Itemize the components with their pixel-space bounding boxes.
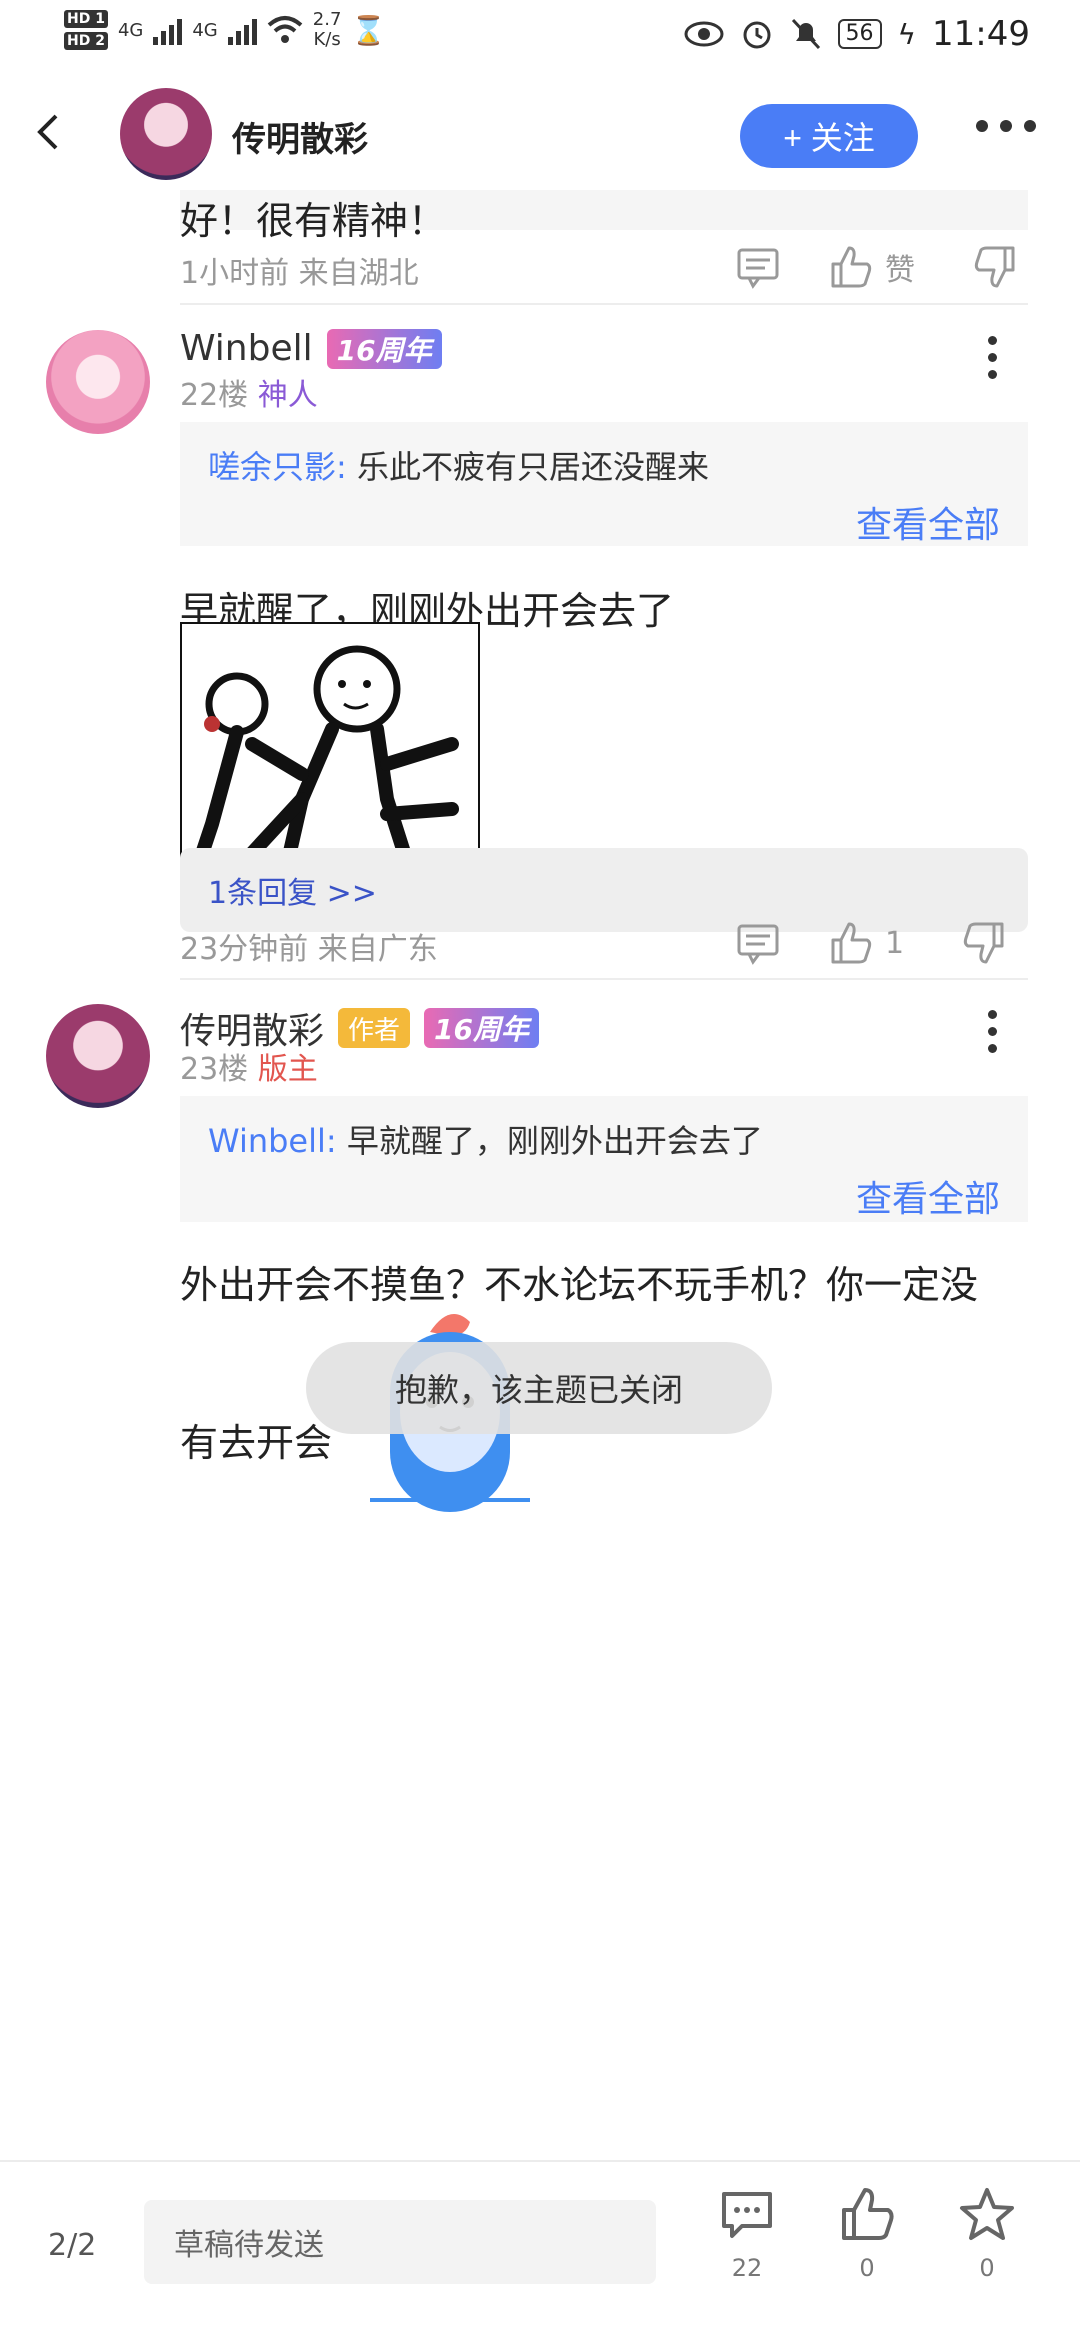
post-text: 好！很有精神！	[180, 199, 447, 243]
comment-menu-icon[interactable]	[988, 336, 997, 379]
network-speed: 2.7 K/s	[312, 9, 342, 50]
floor-info: 23楼 版主	[180, 1052, 318, 1087]
mute-bell-icon	[791, 18, 820, 50]
alarm-icon	[743, 21, 771, 49]
reply-icon[interactable]	[735, 244, 781, 290]
commenter-name[interactable]: Winbell	[180, 328, 313, 369]
thumbs-up-icon	[842, 2188, 894, 2240]
follow-button[interactable]: + 关注	[740, 104, 918, 168]
quoted-reply[interactable]: 嗟余只影: 乐此不疲有只居还没醒来 查看全部	[180, 422, 1028, 546]
comment-meta: 23分钟前 来自广东	[180, 932, 438, 967]
quote-text: 乐此不疲有只居还没醒来	[356, 448, 709, 486]
like-button[interactable]: 0	[822, 2186, 912, 2282]
hourglass-icon: ⌛	[351, 13, 387, 47]
comments-count: 22	[731, 2254, 763, 2282]
commenter-header: Winbell 16周年	[180, 328, 442, 369]
comment-text-line-1: 外出开会不摸鱼？不水论坛不玩手机？你一定没	[180, 1263, 979, 1307]
like-icon[interactable]	[827, 244, 873, 290]
user-title: 版主	[257, 1052, 318, 1087]
star-icon	[960, 2188, 1014, 2240]
view-all-link[interactable]: 查看全部	[856, 1170, 1000, 1222]
toast-message: 抱歉，该主题已关闭	[306, 1342, 772, 1434]
dual-sim-indicator: HD 1 HD 2	[64, 10, 108, 50]
quoted-reply[interactable]: Winbell: 早就醒了，刚刚外出开会去了 查看全部	[180, 1096, 1028, 1222]
like-count[interactable]: 1	[885, 926, 904, 961]
back-arrow-icon[interactable]	[30, 112, 70, 152]
reply-icon[interactable]	[735, 920, 781, 966]
signal-icon-2	[227, 15, 257, 45]
clock: 11:49	[932, 14, 1030, 54]
more-options-icon[interactable]	[976, 120, 1036, 132]
comments-list: 好！很有精神！ 1小时前 来自湖北 赞 Winbell 16周年 22楼 神人 …	[0, 190, 1080, 2160]
quote-text: 早就醒了，刚刚外出开会去了	[346, 1122, 763, 1160]
comment-icon	[722, 2192, 772, 2238]
network-type-1: 4G	[117, 19, 144, 41]
comments-button[interactable]: 22	[702, 2186, 792, 2282]
author-badge: 作者	[338, 1008, 411, 1048]
like-label[interactable]: 赞	[885, 245, 915, 289]
author-name[interactable]: 传明散彩	[232, 112, 368, 161]
quote-author[interactable]: 嗟余只影:	[208, 448, 347, 486]
battery-level: 56	[837, 19, 882, 49]
post-meta: 1小时前 来自湖北	[180, 256, 419, 291]
status-bar: HD 1 HD 2 4G 4G 2.7 K/s ⌛ 56 ϟ 11:49	[0, 0, 1080, 80]
divider	[180, 978, 1028, 980]
floor-info: 22楼 神人	[180, 378, 318, 413]
page-indicator[interactable]: 2/2	[48, 2228, 96, 2263]
commenter-avatar[interactable]	[46, 330, 150, 434]
draft-input[interactable]: 草稿待发送	[144, 2200, 656, 2284]
user-title: 神人	[257, 378, 318, 413]
sim2-label: HD 2	[64, 32, 108, 50]
eye-icon	[684, 21, 724, 47]
favorite-button[interactable]: 0	[942, 2186, 1032, 2282]
signal-icon	[153, 15, 183, 45]
charging-icon: ϟ	[897, 17, 917, 51]
likes-count: 0	[859, 2254, 875, 2282]
quote-author[interactable]: Winbell:	[208, 1122, 337, 1160]
comment-text-line-2: 有去开会	[180, 1421, 333, 1465]
like-icon[interactable]	[827, 920, 873, 966]
anniversary-badge: 16周年	[424, 1008, 539, 1048]
post-actions: 赞	[735, 244, 1019, 290]
comment-menu-icon[interactable]	[988, 1010, 997, 1053]
comment-actions: 1	[735, 920, 1008, 966]
view-all-link[interactable]: 查看全部	[856, 496, 1000, 548]
sim1-label: HD 1	[64, 10, 108, 28]
dislike-icon[interactable]	[973, 244, 1019, 290]
divider	[180, 303, 1028, 305]
anniversary-badge: 16周年	[326, 328, 442, 369]
dislike-icon[interactable]	[962, 920, 1008, 966]
wifi-icon	[267, 16, 303, 43]
bottom-bar: 2/2 草稿待发送 22 0 0	[0, 2160, 1080, 2342]
favorites-count: 0	[979, 2254, 995, 2282]
author-avatar[interactable]	[120, 88, 212, 180]
network-type-2: 4G	[192, 19, 218, 41]
thread-header: 传明散彩 + 关注	[0, 80, 1080, 190]
commenter-avatar[interactable]	[46, 1004, 150, 1108]
